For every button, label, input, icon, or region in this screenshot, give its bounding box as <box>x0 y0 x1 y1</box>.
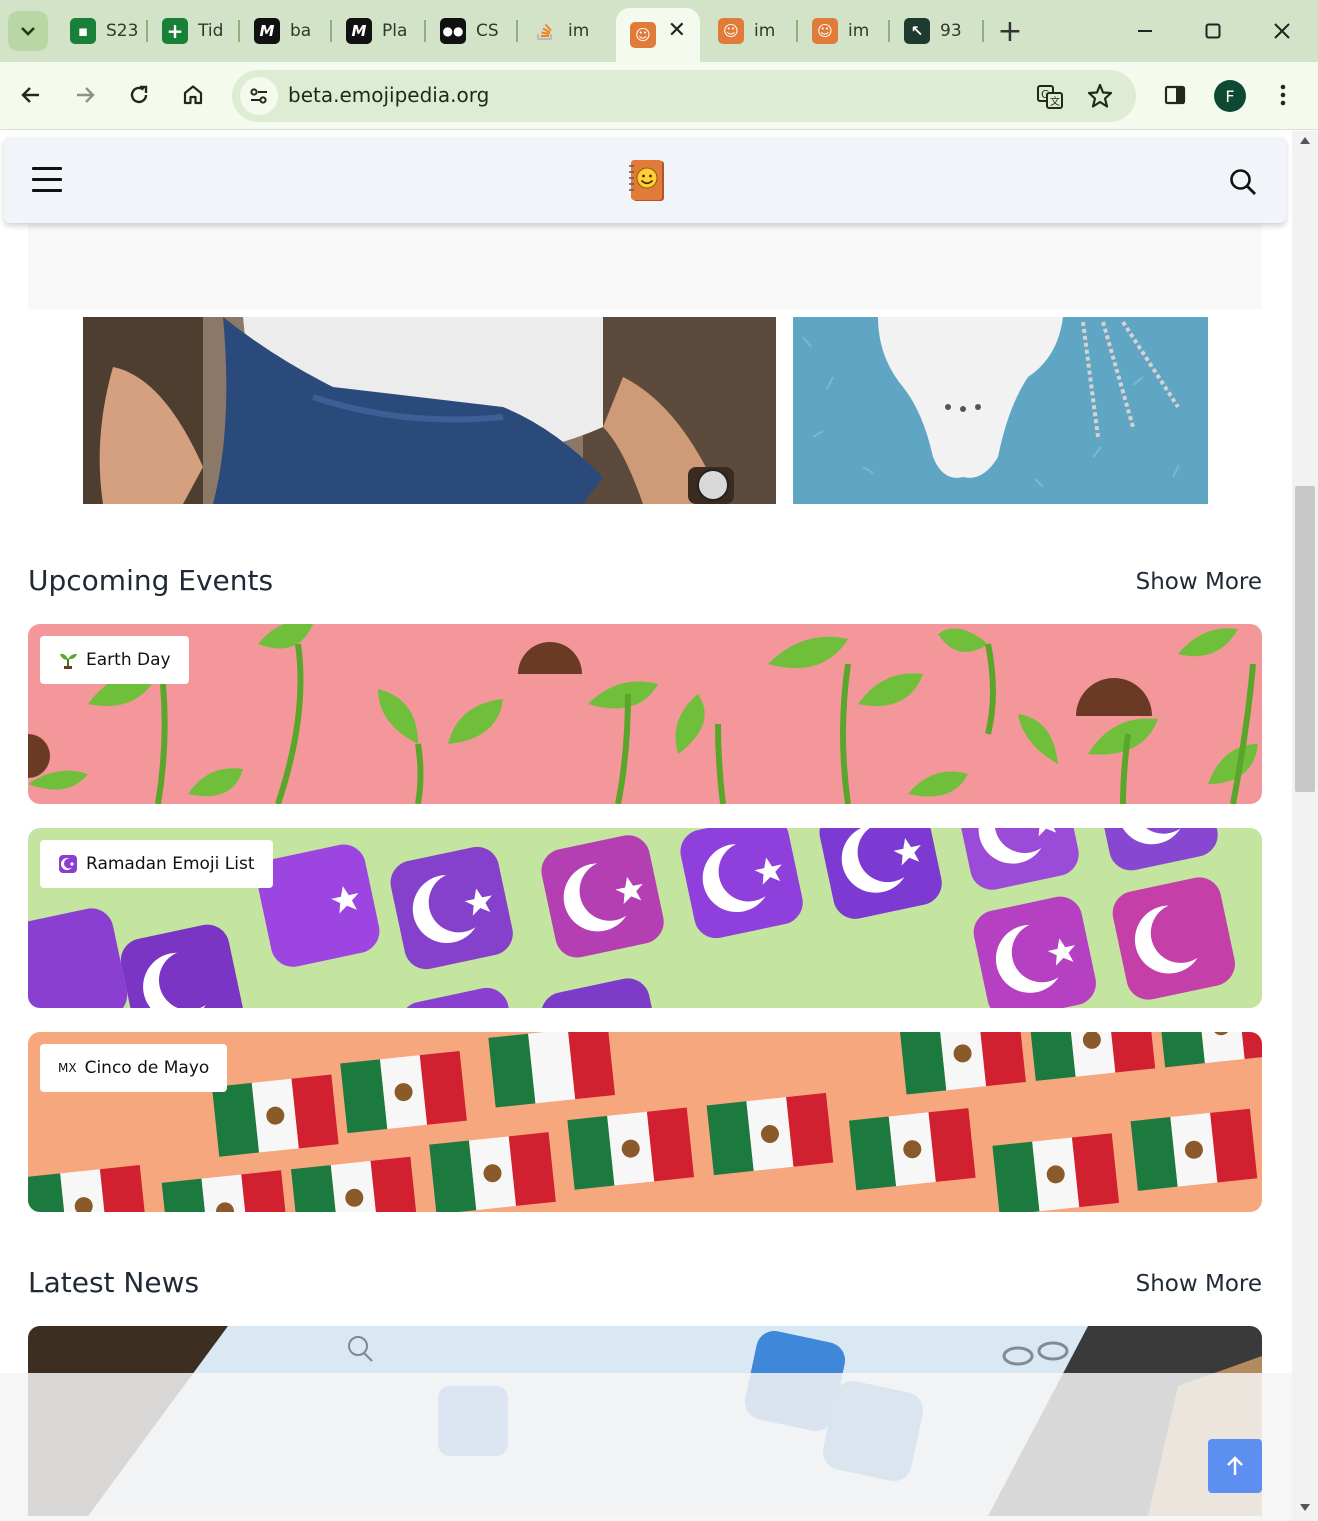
tab-8[interactable]: ☺ im <box>704 8 796 54</box>
tab-7-active[interactable]: ☺ ✕ <box>616 8 700 62</box>
arrow-up-icon <box>1227 1456 1243 1475</box>
scrollbar-thumb[interactable] <box>1295 486 1315 792</box>
emojipedia-logo-icon[interactable] <box>628 159 666 203</box>
ad-image-person[interactable] <box>83 317 776 504</box>
side-panel-button[interactable] <box>1156 76 1194 114</box>
event-title: Earth Day <box>86 650 171 670</box>
tab-title: 93 <box>940 21 962 41</box>
star-crescent-icon <box>58 854 78 874</box>
tab-title: S23 <box>106 21 139 41</box>
side-panel-icon <box>1164 85 1186 105</box>
address-bar[interactable]: beta.emojipedia.org G文 <box>232 70 1136 122</box>
profile-avatar[interactable]: F <box>1214 80 1246 112</box>
emojipedia-icon: ☺ <box>630 22 656 48</box>
medium-icon: ●● <box>440 18 466 44</box>
translate-button[interactable]: G文 <box>1036 83 1064 115</box>
maximize-icon <box>1205 23 1221 39</box>
browser-menu-button[interactable] <box>1264 76 1302 114</box>
bottom-overlay <box>0 1373 1292 1521</box>
page-viewport: Upcoming Events Show More Earth Day Rama… <box>0 131 1292 1521</box>
tab-title: im <box>848 21 870 41</box>
tab-title: CS <box>476 21 499 41</box>
scroll-up-arrow-icon[interactable] <box>1300 137 1310 144</box>
google-sheets-plus-icon: + <box>162 18 188 44</box>
event-label-ramadan[interactable]: Ramadan Emoji List <box>40 840 273 888</box>
event-card-ramadan[interactable]: Ramadan Emoji List <box>28 828 1262 1008</box>
tab-title: im <box>754 21 776 41</box>
event-label-earth-day[interactable]: Earth Day <box>40 636 189 684</box>
new-tab-button[interactable]: + <box>995 14 1025 49</box>
star-icon <box>1087 83 1113 108</box>
tab-9[interactable]: ☺ im <box>798 8 890 54</box>
tab-1[interactable]: ▪ S23 <box>56 8 148 54</box>
tab-title: im <box>568 21 590 41</box>
tab-search-button[interactable] <box>8 11 48 51</box>
news-show-more-link[interactable]: Show More <box>1136 1271 1262 1297</box>
menu-icon[interactable] <box>32 167 62 193</box>
ad-banner-area <box>28 223 1262 309</box>
tab-title: Tid <box>198 21 224 41</box>
browser-toolbar: beta.emojipedia.org G文 <box>0 62 1318 130</box>
minimize-button[interactable] <box>1127 14 1163 48</box>
upcoming-events-heading: Upcoming Events <box>28 564 274 597</box>
reload-icon <box>130 85 148 104</box>
home-button[interactable] <box>174 76 212 114</box>
event-label-cinco-de-mayo[interactable]: MX Cinco de Mayo <box>40 1044 228 1092</box>
upcoming-show-more-link[interactable]: Show More <box>1136 569 1262 595</box>
scroll-to-top-button[interactable] <box>1208 1439 1262 1493</box>
arrow-right-icon <box>77 87 95 103</box>
scroll-down-arrow-icon[interactable] <box>1300 1504 1310 1511</box>
tune-icon <box>250 88 267 104</box>
browser-tab-strip: ▪ S23 + Tid M ba M Pla ●● CS im ☺ ✕ ☺ im… <box>0 0 1318 62</box>
more-vert-icon <box>1280 84 1286 106</box>
close-tab-icon[interactable]: ✕ <box>668 18 686 43</box>
tab-5[interactable]: ●● CS <box>426 8 518 54</box>
tab-4[interactable]: M Pla <box>332 8 424 54</box>
svg-text:文: 文 <box>1050 95 1060 108</box>
translate-icon: G文 <box>1037 85 1063 109</box>
mexico-flag-icon: MX <box>58 1061 77 1075</box>
seedling-pattern <box>28 624 1258 804</box>
cursor-app-icon: ↖ <box>904 18 930 44</box>
emojipedia-icon: ☺ <box>812 18 838 44</box>
latest-news-heading: Latest News <box>28 1266 200 1299</box>
google-sheets-icon: ▪ <box>70 18 96 44</box>
event-card-cinco-de-mayo[interactable]: MX Cinco de Mayo <box>28 1032 1262 1212</box>
reload-button[interactable] <box>120 76 158 114</box>
tab-2[interactable]: + Tid <box>148 8 240 54</box>
event-card-earth-day[interactable]: Earth Day <box>28 624 1262 804</box>
home-icon <box>183 85 203 105</box>
tab-separator <box>982 20 984 42</box>
m-logo-icon: M <box>346 18 372 44</box>
tab-10[interactable]: ↖ 93 <box>890 8 982 54</box>
bookmark-button[interactable] <box>1086 82 1114 114</box>
minimize-icon <box>1138 30 1152 32</box>
m-logo-icon: M <box>254 18 280 44</box>
page-scrollbar[interactable] <box>1292 131 1318 1521</box>
tab-title: Pla <box>382 21 408 41</box>
event-title: Ramadan Emoji List <box>86 854 255 874</box>
tab-3[interactable]: M ba <box>240 8 332 54</box>
site-header <box>4 137 1286 223</box>
arrow-left-icon <box>21 87 39 103</box>
event-title: Cinco de Mayo <box>84 1058 210 1078</box>
maximize-button[interactable] <box>1195 14 1231 48</box>
forward-button[interactable] <box>66 76 104 114</box>
close-icon <box>1274 23 1290 39</box>
back-button[interactable] <box>12 76 50 114</box>
ad-image-baby-onesie[interactable] <box>793 317 1208 504</box>
stackoverflow-icon <box>532 18 558 44</box>
site-info-button[interactable] <box>240 77 278 115</box>
url-text[interactable]: beta.emojipedia.org <box>288 83 489 107</box>
search-icon[interactable] <box>1228 167 1258 197</box>
emojipedia-icon: ☺ <box>718 18 744 44</box>
seedling-icon <box>58 650 78 670</box>
tab-6[interactable]: im <box>518 8 610 54</box>
tab-title: ba <box>290 21 312 41</box>
chevron-down-icon <box>21 27 35 36</box>
close-window-button[interactable] <box>1264 14 1300 48</box>
